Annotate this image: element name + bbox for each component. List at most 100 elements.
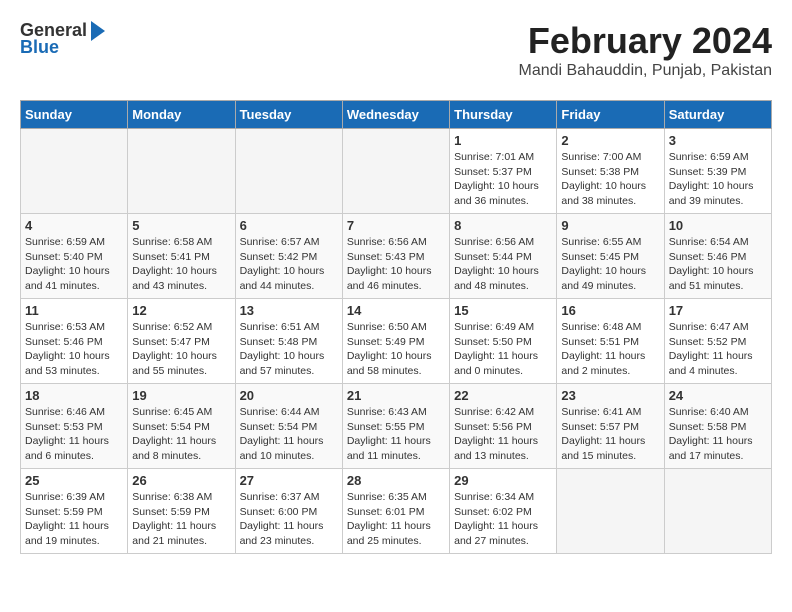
calendar-cell (21, 129, 128, 214)
day-detail: Sunrise: 6:37 AM Sunset: 6:00 PM Dayligh… (240, 490, 338, 549)
day-number: 17 (669, 303, 767, 318)
day-detail: Sunrise: 7:00 AM Sunset: 5:38 PM Dayligh… (561, 150, 659, 209)
day-number: 7 (347, 218, 445, 233)
calendar-cell: 20Sunrise: 6:44 AM Sunset: 5:54 PM Dayli… (235, 384, 342, 469)
day-number: 5 (132, 218, 230, 233)
header-wednesday: Wednesday (342, 101, 449, 129)
logo-arrow-icon (91, 21, 105, 41)
calendar-cell (342, 129, 449, 214)
day-number: 8 (454, 218, 552, 233)
calendar-cell (235, 129, 342, 214)
calendar-cell: 25Sunrise: 6:39 AM Sunset: 5:59 PM Dayli… (21, 469, 128, 554)
calendar-cell: 26 Sunrise: 6:38 AM Sunset: 5:59 PM Dayli… (128, 469, 235, 554)
calendar-cell: 5 Sunrise: 6:58 AM Sunset: 5:41 PM Daylig… (128, 214, 235, 299)
header-tuesday: Tuesday (235, 101, 342, 129)
day-detail: Sunrise: 6:43 AM Sunset: 5:55 PM Dayligh… (347, 405, 445, 464)
calendar-cell: 21 Sunrise: 6:43 AM Sunset: 5:55 PM Dayli… (342, 384, 449, 469)
calendar-cell: 10Sunrise: 6:54 AM Sunset: 5:46 PM Dayli… (664, 214, 771, 299)
day-number: 14 (347, 303, 445, 318)
day-number: 29 (454, 473, 552, 488)
day-number: 26 (132, 473, 230, 488)
calendar-week-5: 25Sunrise: 6:39 AM Sunset: 5:59 PM Dayli… (21, 469, 772, 554)
day-detail: Sunrise: 6:35 AM Sunset: 6:01 PM Dayligh… (347, 490, 445, 549)
day-number: 3 (669, 133, 767, 148)
day-detail: Sunrise: 6:45 AM Sunset: 5:54 PM Dayligh… (132, 405, 230, 464)
calendar-cell: 29 Sunrise: 6:34 AM Sunset: 6:02 PM Dayli… (450, 469, 557, 554)
calendar-cell: 7 Sunrise: 6:56 AM Sunset: 5:43 PM Daylig… (342, 214, 449, 299)
day-number: 22 (454, 388, 552, 403)
header-thursday: Thursday (450, 101, 557, 129)
calendar-cell: 4 Sunrise: 6:59 AM Sunset: 5:40 PM Daylig… (21, 214, 128, 299)
day-detail: Sunrise: 6:42 AM Sunset: 5:56 PM Dayligh… (454, 405, 552, 464)
calendar-cell: 19 Sunrise: 6:45 AM Sunset: 5:54 PM Dayli… (128, 384, 235, 469)
day-number: 13 (240, 303, 338, 318)
day-number: 9 (561, 218, 659, 233)
calendar-cell: 14Sunrise: 6:50 AM Sunset: 5:49 PM Dayli… (342, 299, 449, 384)
day-detail: Sunrise: 6:34 AM Sunset: 6:02 PM Dayligh… (454, 490, 552, 549)
day-number: 11 (25, 303, 123, 318)
calendar-cell: 13 Sunrise: 6:51 AM Sunset: 5:48 PM Dayli… (235, 299, 342, 384)
day-number: 2 (561, 133, 659, 148)
calendar-cell: 28 Sunrise: 6:35 AM Sunset: 6:01 PM Dayli… (342, 469, 449, 554)
calendar-cell: 1 Sunrise: 7:01 AM Sunset: 5:37 PM Daylig… (450, 129, 557, 214)
day-detail: Sunrise: 6:56 AM Sunset: 5:43 PM Dayligh… (347, 235, 445, 294)
calendar-cell: 18Sunrise: 6:46 AM Sunset: 5:53 PM Dayli… (21, 384, 128, 469)
header-friday: Friday (557, 101, 664, 129)
calendar-cell: 9 Sunrise: 6:55 AM Sunset: 5:45 PM Daylig… (557, 214, 664, 299)
calendar-cell (557, 469, 664, 554)
day-detail: Sunrise: 6:51 AM Sunset: 5:48 PM Dayligh… (240, 320, 338, 379)
day-detail: Sunrise: 6:58 AM Sunset: 5:41 PM Dayligh… (132, 235, 230, 294)
day-detail: Sunrise: 7:01 AM Sunset: 5:37 PM Dayligh… (454, 150, 552, 209)
header: February 2024 Mandi Bahauddin, Punjab, P… (518, 20, 772, 90)
calendar-cell (664, 469, 771, 554)
calendar-cell: 17 Sunrise: 6:47 AM Sunset: 5:52 PM Dayli… (664, 299, 771, 384)
page-subtitle: Mandi Bahauddin, Punjab, Pakistan (518, 62, 772, 80)
calendar-cell: 6 Sunrise: 6:57 AM Sunset: 5:42 PM Daylig… (235, 214, 342, 299)
calendar-cell: 24Sunrise: 6:40 AM Sunset: 5:58 PM Dayli… (664, 384, 771, 469)
day-detail: Sunrise: 6:59 AM Sunset: 5:40 PM Dayligh… (25, 235, 123, 294)
day-detail: Sunrise: 6:53 AM Sunset: 5:46 PM Dayligh… (25, 320, 123, 379)
calendar-cell: 3 Sunrise: 6:59 AM Sunset: 5:39 PM Daylig… (664, 129, 771, 214)
calendar-cell: 27Sunrise: 6:37 AM Sunset: 6:00 PM Dayli… (235, 469, 342, 554)
logo: General Blue (20, 20, 105, 58)
page-title: February 2024 (518, 20, 772, 62)
calendar-header-row: Sunday Monday Tuesday Wednesday Thursday… (21, 101, 772, 129)
day-detail: Sunrise: 6:52 AM Sunset: 5:47 PM Dayligh… (132, 320, 230, 379)
day-detail: Sunrise: 6:59 AM Sunset: 5:39 PM Dayligh… (669, 150, 767, 209)
day-detail: Sunrise: 6:47 AM Sunset: 5:52 PM Dayligh… (669, 320, 767, 379)
day-detail: Sunrise: 6:57 AM Sunset: 5:42 PM Dayligh… (240, 235, 338, 294)
day-number: 21 (347, 388, 445, 403)
day-number: 19 (132, 388, 230, 403)
day-number: 4 (25, 218, 123, 233)
day-detail: Sunrise: 6:40 AM Sunset: 5:58 PM Dayligh… (669, 405, 767, 464)
calendar-cell: 22 Sunrise: 6:42 AM Sunset: 5:56 PM Dayli… (450, 384, 557, 469)
calendar-cell: 8 Sunrise: 6:56 AM Sunset: 5:44 PM Daylig… (450, 214, 557, 299)
header-saturday: Saturday (664, 101, 771, 129)
header-sunday: Sunday (21, 101, 128, 129)
day-number: 6 (240, 218, 338, 233)
day-detail: Sunrise: 6:44 AM Sunset: 5:54 PM Dayligh… (240, 405, 338, 464)
calendar-cell: 23Sunrise: 6:41 AM Sunset: 5:57 PM Dayli… (557, 384, 664, 469)
day-detail: Sunrise: 6:49 AM Sunset: 5:50 PM Dayligh… (454, 320, 552, 379)
day-detail: Sunrise: 6:41 AM Sunset: 5:57 PM Dayligh… (561, 405, 659, 464)
day-detail: Sunrise: 6:55 AM Sunset: 5:45 PM Dayligh… (561, 235, 659, 294)
logo-blue: Blue (20, 37, 59, 58)
day-detail: Sunrise: 6:56 AM Sunset: 5:44 PM Dayligh… (454, 235, 552, 294)
day-number: 28 (347, 473, 445, 488)
header-monday: Monday (128, 101, 235, 129)
calendar-week-2: 4 Sunrise: 6:59 AM Sunset: 5:40 PM Daylig… (21, 214, 772, 299)
day-number: 18 (25, 388, 123, 403)
calendar-week-4: 18Sunrise: 6:46 AM Sunset: 5:53 PM Dayli… (21, 384, 772, 469)
calendar-cell: 15 Sunrise: 6:49 AM Sunset: 5:50 PM Dayli… (450, 299, 557, 384)
day-detail: Sunrise: 6:39 AM Sunset: 5:59 PM Dayligh… (25, 490, 123, 549)
day-number: 12 (132, 303, 230, 318)
day-detail: Sunrise: 6:38 AM Sunset: 5:59 PM Dayligh… (132, 490, 230, 549)
day-number: 16 (561, 303, 659, 318)
day-number: 1 (454, 133, 552, 148)
day-number: 15 (454, 303, 552, 318)
calendar-cell: 2 Sunrise: 7:00 AM Sunset: 5:38 PM Daylig… (557, 129, 664, 214)
day-number: 10 (669, 218, 767, 233)
calendar-cell: 16Sunrise: 6:48 AM Sunset: 5:51 PM Dayli… (557, 299, 664, 384)
calendar-cell: 12 Sunrise: 6:52 AM Sunset: 5:47 PM Dayli… (128, 299, 235, 384)
calendar-table: Sunday Monday Tuesday Wednesday Thursday… (20, 100, 772, 554)
